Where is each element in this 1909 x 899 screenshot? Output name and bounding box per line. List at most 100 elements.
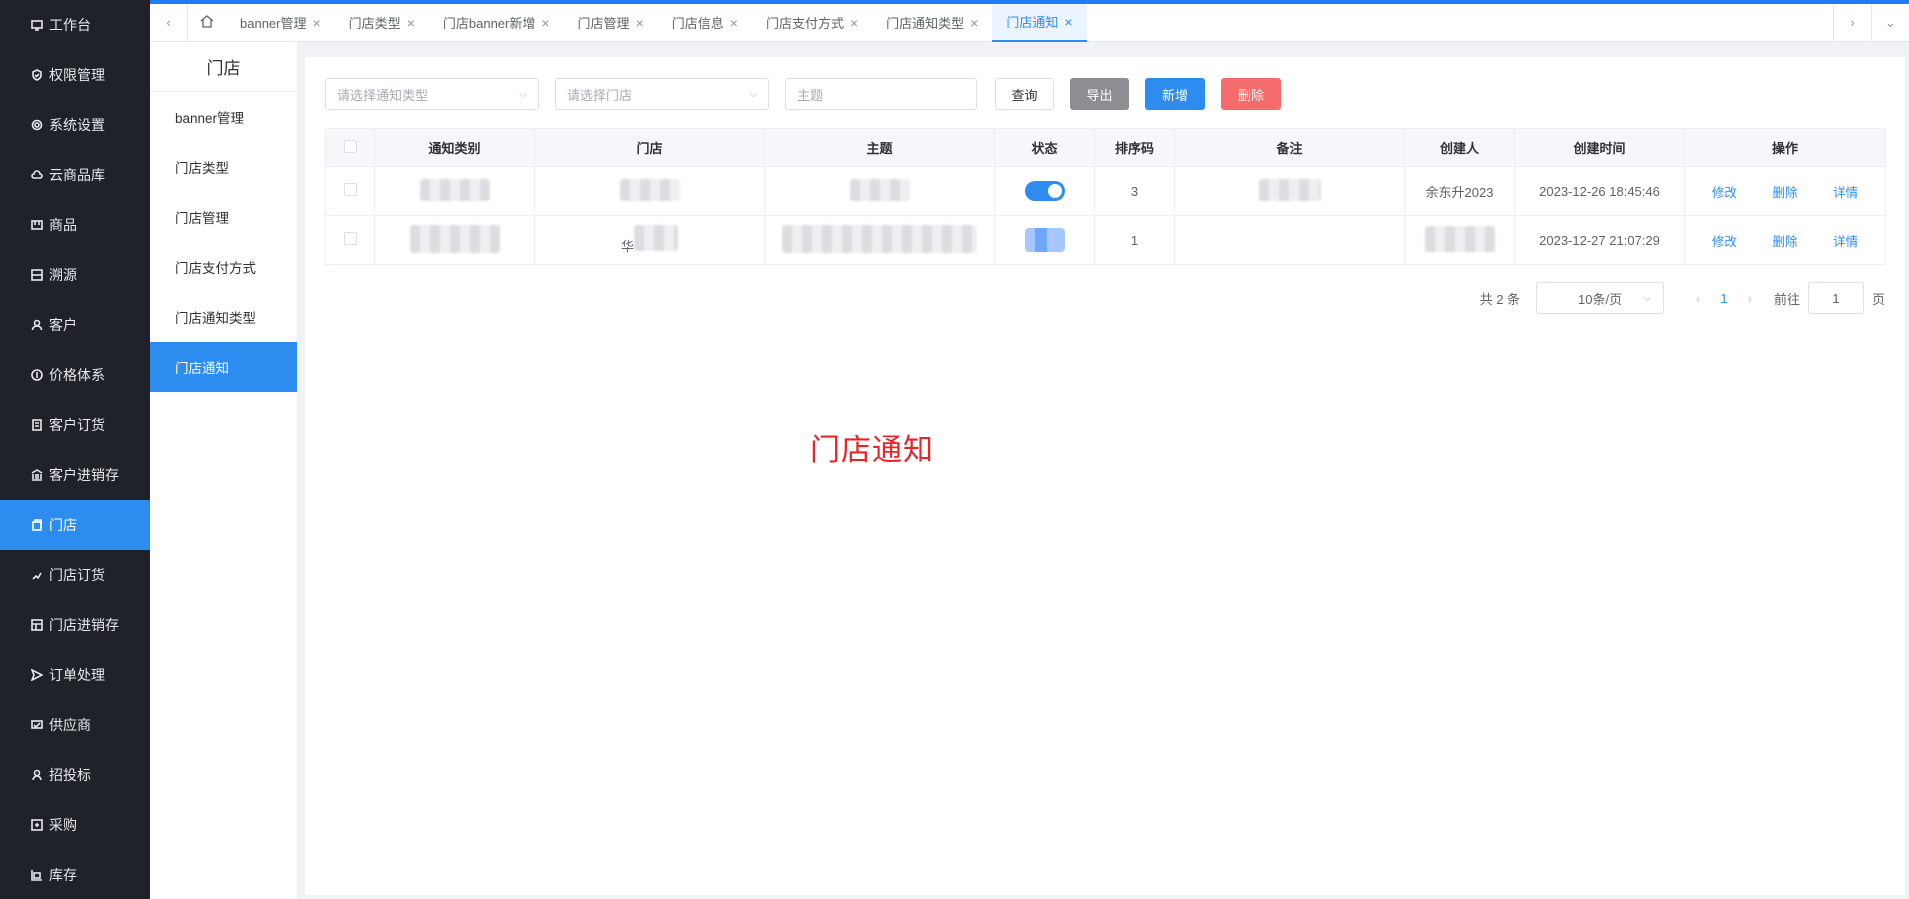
- col-sort[interactable]: 排序码: [1094, 128, 1175, 167]
- sub-item-banner-manage[interactable]: banner管理: [150, 92, 297, 142]
- col-status[interactable]: 状态: [994, 128, 1095, 167]
- sidebar-item-customer-inventory[interactable]: 客户进销存: [0, 450, 150, 500]
- select-placeholder: 请选择通知类型: [337, 87, 429, 103]
- sidebar-item-workbench[interactable]: 工作台: [0, 0, 150, 50]
- col-remark[interactable]: 备注: [1174, 128, 1405, 167]
- tab-store-info[interactable]: 门店信息 ×: [658, 4, 752, 42]
- sub-item-store-manage[interactable]: 门店管理: [150, 192, 297, 242]
- sidebar-item-store-inventory[interactable]: 门店进销存: [0, 600, 150, 650]
- detail-link[interactable]: 详情: [1833, 235, 1858, 249]
- tabs-more-button[interactable]: ⌄: [1871, 3, 1909, 42]
- col-store[interactable]: 门店: [534, 128, 765, 167]
- tab-label: 门店支付方式: [765, 16, 844, 31]
- tab-store-payment[interactable]: 门店支付方式 ×: [752, 4, 872, 42]
- sub-item-store-notice-type[interactable]: 门店通知类型: [150, 292, 297, 342]
- tab-store-banner-add[interactable]: 门店banner新增 ×: [429, 4, 564, 42]
- home-tab[interactable]: [188, 4, 226, 42]
- tab-store-type[interactable]: 门店类型 ×: [335, 4, 429, 42]
- sidebar-item-purchase[interactable]: 采购: [0, 800, 150, 850]
- next-page-button[interactable]: ›: [1748, 291, 1752, 306]
- col-creator[interactable]: 创建人: [1404, 128, 1515, 167]
- tab-store-notice[interactable]: 门店通知 ×: [992, 3, 1087, 42]
- delete-button[interactable]: 删除: [1221, 78, 1281, 110]
- sidebar-item-settings[interactable]: 系统设置: [0, 100, 150, 150]
- tab-store-manage[interactable]: 门店管理 ×: [564, 4, 658, 42]
- close-icon[interactable]: ×: [636, 15, 644, 31]
- page-number[interactable]: 1: [1720, 291, 1727, 306]
- sub-sidebar-title: 门店: [150, 42, 297, 92]
- select-all-checkbox[interactable]: [343, 139, 357, 153]
- query-button[interactable]: 查询: [995, 78, 1054, 110]
- edit-link[interactable]: 修改: [1712, 186, 1737, 200]
- redacted-text: [1424, 225, 1495, 252]
- status-toggle[interactable]: [1024, 181, 1065, 201]
- row-select-cell: [325, 215, 375, 265]
- close-icon[interactable]: ×: [541, 15, 549, 31]
- sidebar-item-goods[interactable]: 商品: [0, 200, 150, 250]
- close-icon[interactable]: ×: [730, 15, 738, 31]
- hand-icon: [30, 569, 43, 582]
- store-cell: 华: [534, 215, 765, 265]
- tab-label: banner管理: [240, 16, 307, 31]
- sidebar-item-order-processing[interactable]: 订单处理: [0, 650, 150, 700]
- sub-item-store-payment[interactable]: 门店支付方式: [150, 242, 297, 292]
- page-watermark-title: 门店通知: [810, 434, 934, 467]
- sidebar-item-trace[interactable]: 溯源: [0, 250, 150, 300]
- sidebar-item-cloud-goods[interactable]: 云商品库: [0, 150, 150, 200]
- sub-item-store-notice[interactable]: 门店通知: [150, 342, 297, 392]
- tab-store-notice-type[interactable]: 门店通知类型 ×: [872, 4, 992, 42]
- export-button[interactable]: 导出: [1070, 78, 1129, 110]
- close-icon[interactable]: ×: [970, 15, 978, 31]
- goods-icon: [30, 219, 43, 232]
- goto-page-input[interactable]: 1: [1807, 282, 1864, 314]
- sidebar-item-label: 工作台: [49, 17, 91, 33]
- store-select[interactable]: 请选择门店 ⌵: [555, 78, 769, 110]
- actions-cell: 修改 删除 详情: [1684, 166, 1886, 216]
- row-checkbox[interactable]: [343, 183, 357, 196]
- close-icon[interactable]: ×: [850, 15, 858, 31]
- sidebar-item-label: 订单处理: [49, 667, 105, 683]
- sidebar-item-customers[interactable]: 客户: [0, 300, 150, 350]
- sidebar-item-store-orders[interactable]: 门店订货: [0, 550, 150, 600]
- sidebar-item-pricing[interactable]: 价格体系: [0, 350, 150, 400]
- delete-link[interactable]: 删除: [1772, 235, 1797, 249]
- close-icon[interactable]: ×: [1064, 14, 1072, 30]
- detail-link[interactable]: 详情: [1833, 186, 1858, 200]
- table-row: 华 1 2023-12-27 21:07:29 修改 删除 详情: [325, 215, 1886, 265]
- edit-link[interactable]: 修改: [1712, 235, 1737, 249]
- notice-type-select[interactable]: 请选择通知类型 ⌵: [325, 78, 539, 110]
- sub-item-store-type[interactable]: 门店类型: [150, 142, 297, 192]
- sidebar-item-label: 系统设置: [49, 117, 105, 133]
- page-size-select[interactable]: 10条/页 ⌵: [1536, 282, 1665, 314]
- subject-input[interactable]: 主题: [785, 78, 977, 110]
- close-icon[interactable]: ×: [407, 15, 415, 31]
- sidebar-item-bidding[interactable]: 招投标: [0, 750, 150, 800]
- sidebar-item-permissions[interactable]: 权限管理: [0, 50, 150, 100]
- col-subject[interactable]: 主题: [764, 128, 995, 167]
- delete-link[interactable]: 删除: [1772, 186, 1797, 200]
- prev-page-button[interactable]: ‹: [1696, 291, 1700, 306]
- sidebar-item-inventory[interactable]: 库存: [0, 850, 150, 899]
- add-button[interactable]: 新增: [1145, 78, 1205, 110]
- store-icon: [30, 519, 43, 532]
- col-notice-category[interactable]: 通知类别: [374, 128, 535, 167]
- sidebar-item-label: 溯源: [49, 267, 77, 283]
- tab-banner-manage[interactable]: banner管理 ×: [226, 4, 335, 42]
- tab-label: 门店信息: [671, 16, 724, 31]
- close-icon[interactable]: ×: [312, 15, 320, 31]
- tabs-scroll-right-button[interactable]: ›: [1833, 3, 1871, 42]
- status-toggle[interactable]: [1024, 228, 1065, 252]
- shield-icon: [30, 69, 43, 82]
- sidebar-item-supplier[interactable]: 供应商: [0, 700, 150, 750]
- select-placeholder: 请选择门店: [567, 87, 633, 103]
- remark-cell: [1174, 215, 1405, 265]
- sidebar-item-label: 云商品库: [49, 167, 105, 183]
- row-checkbox[interactable]: [343, 232, 357, 245]
- sidebar-item-store[interactable]: 门店: [0, 500, 150, 550]
- col-created-time[interactable]: 创建时间: [1514, 128, 1685, 167]
- tabs-scroll-left-button[interactable]: ‹: [150, 3, 188, 42]
- sidebar-item-label: 门店订货: [49, 567, 105, 583]
- sidebar-item-customer-orders[interactable]: 客户订货: [0, 400, 150, 450]
- price-icon: [30, 369, 43, 382]
- redacted-text: [634, 225, 678, 251]
